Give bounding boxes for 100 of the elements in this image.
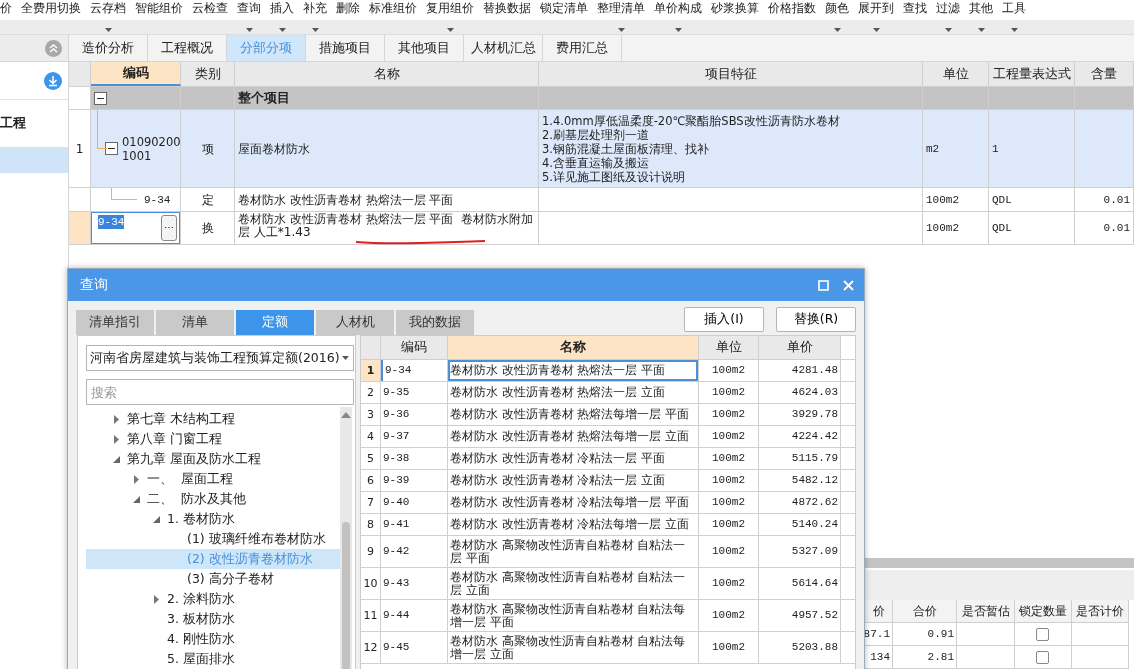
result-row[interactable]: 5 9-38 卷材防水 改性沥青卷材 冷粘法一层 平面 100m2 5115.79 — [361, 448, 855, 470]
toolbar-button[interactable]: 锁定清单 — [540, 0, 588, 35]
tab[interactable]: 人材机 — [316, 310, 394, 335]
dialog-button[interactable]: 替换(R) — [776, 307, 856, 332]
tree-item[interactable]: 3. 板材防水 — [86, 609, 340, 629]
column-header[interactable]: 锁定数量 — [1015, 600, 1072, 623]
toolbar-button[interactable]: 补充 — [303, 0, 327, 35]
quota-name: 卷材防水 改性沥青卷材 热熔法一层 平面 卷材防水附加层 人工*1.43 — [238, 213, 535, 239]
column-header[interactable]: 单位 — [699, 336, 759, 359]
expanded-arrow-icon[interactable] — [132, 494, 141, 504]
code-input-field[interactable]: 9-34 ⋯ — [91, 212, 180, 244]
toolbar-button[interactable]: 复用组价 — [426, 0, 474, 35]
quota-code: 9-36 — [383, 408, 410, 421]
result-row[interactable]: 2 9-35 卷材防水 改性沥青卷材 热熔法一层 立面 100m2 4624.03 — [361, 382, 855, 404]
price-value: 4281.48 — [791, 364, 838, 377]
toolbar-button[interactable]: 过滤 — [936, 0, 960, 35]
toolbar-button[interactable]: 工具 — [1002, 0, 1026, 35]
tree-item[interactable]: 第七章 木结构工程 — [86, 409, 340, 429]
row-number: 11 — [363, 609, 378, 622]
result-row[interactable]: 10 9-43 卷材防水 高聚物改性沥青自粘卷材 自粘法一层 立面 100m2 5614.64 — [361, 568, 855, 600]
lock-checkbox[interactable] — [1036, 650, 1049, 664]
collapse-icon[interactable] — [105, 142, 118, 155]
collapsed-arrow-icon[interactable] — [112, 434, 121, 444]
content-value: 0.01 — [1103, 192, 1130, 207]
item-type: 项 — [201, 141, 214, 156]
tab[interactable]: 清单指引 — [76, 310, 154, 335]
toolbar-button[interactable]: 替换数据 — [483, 0, 531, 35]
quota-name: 卷材防水 高聚物改性沥青自粘卷材 自粘法一层 立面 — [450, 570, 687, 597]
collapsed-arrow-icon[interactable] — [152, 594, 161, 604]
expanded-arrow-icon[interactable] — [152, 514, 161, 524]
tree-item[interactable]: 1. 卷材防水 — [86, 509, 340, 529]
toolbar-button[interactable]: 云存档 — [90, 0, 126, 35]
scroll-up-icon[interactable] — [341, 412, 351, 418]
tree-item[interactable]: 5. 屋面排水 — [86, 649, 340, 669]
dialog-button[interactable]: 插入(I) — [684, 307, 764, 332]
toolbar-button[interactable]: 单价构成 — [654, 0, 702, 35]
quota-code: 9-42 — [383, 545, 410, 558]
column-header[interactable]: 合价 — [893, 600, 957, 623]
column-header[interactable]: 名称 — [448, 336, 699, 359]
more-button[interactable]: ⋯ — [161, 215, 177, 241]
tree-item[interactable]: (1) 玻璃纤维布卷材防水 — [86, 529, 340, 549]
column-header[interactable]: 单价 — [759, 336, 841, 359]
feature-line: 3.钢筋混凝土屋面板清理、找补 — [542, 141, 710, 156]
tree-item[interactable]: 2. 涂料防水 — [86, 589, 340, 609]
maximize-icon[interactable] — [818, 279, 829, 291]
close-icon[interactable] — [843, 279, 854, 291]
tree-item[interactable]: (3) 高分子卷材 — [86, 569, 340, 589]
toolbar-button[interactable]: 价格指数 — [768, 0, 816, 35]
collapse-icon[interactable] — [94, 91, 107, 105]
tree-item[interactable]: 第八章 门窗工程 — [86, 429, 340, 449]
result-row[interactable]: 11 9-44 卷材防水 高聚物改性沥青自粘卷材 自粘法每增一层 平面 100m2 4957.52 — [361, 600, 855, 632]
result-row[interactable]: 3 9-36 卷材防水 改性沥青卷材 热熔法每增一层 平面 100m2 3929.78 — [361, 404, 855, 426]
expanded-arrow-icon[interactable] — [112, 454, 121, 464]
column-header[interactable]: 是否暂估 — [957, 600, 1015, 623]
toolbar-button[interactable]: 整理清单 — [597, 0, 645, 35]
result-row[interactable]: 1 9-34 卷材防水 改性沥青卷材 热熔法一层 平面 100m2 4281.48 — [361, 360, 855, 382]
corner-cell[interactable] — [361, 336, 381, 359]
caret-icon — [342, 356, 349, 360]
unit-text: 100m2 — [712, 641, 745, 654]
toolbar-button[interactable]: 标准组价 — [369, 0, 417, 35]
row-number: 1 — [366, 364, 375, 377]
column-header[interactable]: 价 — [865, 600, 893, 623]
result-row[interactable]: 9 9-42 卷材防水 高聚物改性沥青自粘卷材 自粘法一层 平面 100m2 5327.09 — [361, 536, 855, 568]
tree-item[interactable]: 第九章 屋面及防水工程 — [86, 449, 340, 469]
collapsed-arrow-icon[interactable] — [132, 474, 141, 484]
row-header-cell[interactable] — [69, 212, 91, 244]
result-row[interactable]: 6 9-39 卷材防水 改性沥青卷材 冷粘法一层 立面 100m2 5482.12 — [361, 470, 855, 492]
lock-checkbox[interactable] — [1036, 627, 1049, 641]
toolbar-button[interactable]: 全费用切换 — [21, 0, 81, 35]
price-value: 4224.42 — [791, 430, 838, 443]
toolbar-button[interactable]: 价 — [0, 0, 12, 35]
column-header[interactable]: 编码 — [381, 336, 448, 359]
toolbar-button[interactable]: 查询 — [237, 0, 261, 35]
toolbar-button[interactable]: 其他 — [969, 0, 993, 35]
download-icon[interactable] — [44, 71, 62, 90]
toolbar-button[interactable]: 查找 — [903, 0, 927, 35]
quota-name: 卷材防水 改性沥青卷材 热熔法每增一层 立面 — [450, 430, 689, 443]
column-header[interactable]: 是否计价 — [1072, 600, 1129, 623]
toolbar-button[interactable]: 云检查 — [192, 0, 228, 35]
result-row[interactable]: 7 9-40 卷材防水 改性沥青卷材 冷粘法每增一层 平面 100m2 4872.62 — [361, 492, 855, 514]
tree-item[interactable]: 一、 屋面工程 — [86, 469, 340, 489]
tree-item[interactable]: 4. 刚性防水 — [86, 629, 340, 649]
library-dropdown[interactable]: 河南省房屋建筑与装饰工程预算定额(2016) — [86, 345, 354, 371]
scrollbar[interactable] — [340, 407, 352, 669]
tree-item[interactable]: 二、 防水及其他 — [86, 489, 340, 509]
result-row[interactable]: 4 9-37 卷材防水 改性沥青卷材 热熔法每增一层 立面 100m2 4224.42 — [361, 426, 855, 448]
toolbar-button[interactable]: 颜色 — [825, 0, 849, 35]
tab[interactable]: 我的数据 — [396, 310, 474, 335]
toolbar-button[interactable]: 砂浆换算 — [711, 0, 759, 35]
search-field[interactable]: 搜索 — [86, 379, 354, 405]
toolbar-button[interactable]: 删除 — [336, 0, 360, 35]
toolbar-button[interactable]: 智能组价 — [135, 0, 183, 35]
result-row[interactable]: 12 9-45 卷材防水 高聚物改性沥青自粘卷材 自粘法每增一层 立面 100m2 5203.88 — [361, 632, 855, 664]
toolbar-button[interactable]: 插入 — [270, 0, 294, 35]
collapsed-arrow-icon[interactable] — [112, 414, 121, 424]
toolbar-button[interactable]: 展开到 — [858, 0, 894, 35]
result-row[interactable]: 8 9-41 卷材防水 改性沥青卷材 冷粘法每增一层 立面 100m2 5140.24 — [361, 514, 855, 536]
collapse-up-icon[interactable] — [45, 39, 62, 57]
tab[interactable]: 清单 — [156, 310, 234, 335]
column-header[interactable]: 编码 — [91, 62, 181, 86]
